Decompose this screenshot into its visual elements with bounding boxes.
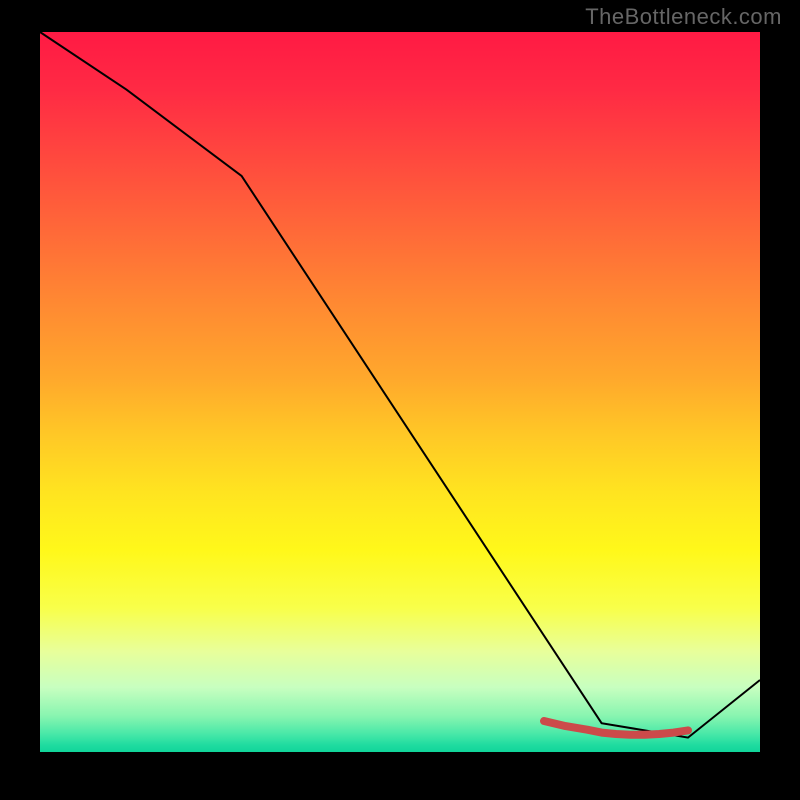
plot-background-gradient: [40, 32, 760, 752]
watermark-text: TheBottleneck.com: [585, 4, 782, 30]
chart-container: TheBottleneck.com: [0, 0, 800, 800]
